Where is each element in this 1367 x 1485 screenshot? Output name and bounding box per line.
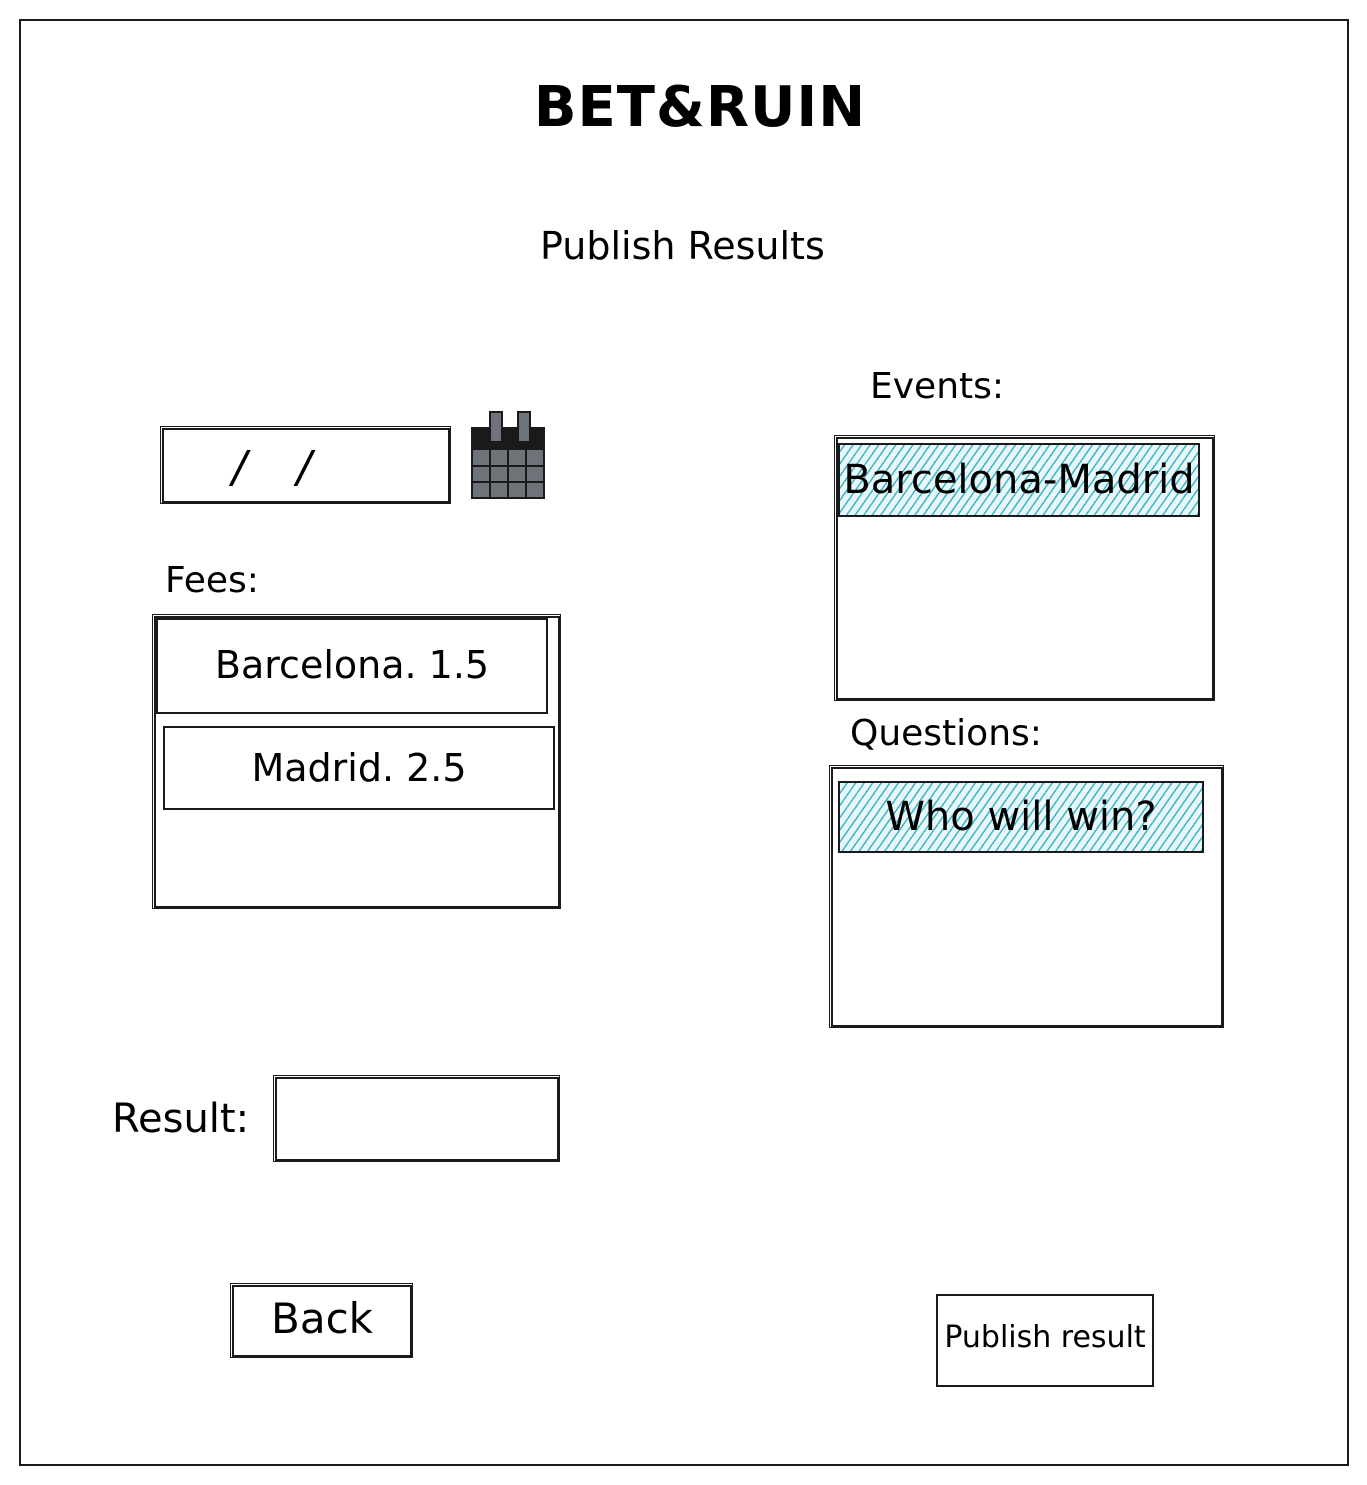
list-item-selected[interactable]: Barcelona-Madrid [838,443,1200,517]
page-title: Publish Results [540,224,825,268]
result-input[interactable] [273,1075,560,1162]
question-item-label: Who will win? [885,794,1157,840]
app-title: BET&RUIN [533,75,867,140]
events-list[interactable]: Barcelona-Madrid [834,435,1215,701]
date-input[interactable]: / / [160,426,451,504]
list-item[interactable]: Barcelona. 1.5 [156,618,548,714]
result-label: Result: [112,1096,250,1142]
calendar-icon[interactable] [470,410,546,500]
date-input-value: / / [232,442,330,493]
fee-item-label: Barcelona. 1.5 [214,643,490,687]
list-item-selected[interactable]: Who will win? [838,781,1204,853]
questions-list[interactable]: Who will win? [829,765,1224,1028]
fees-list[interactable]: Barcelona. 1.5 Madrid. 2.5 [152,614,561,909]
events-label: Events: [870,366,1005,407]
list-item[interactable]: Madrid. 2.5 [163,726,555,810]
back-button[interactable]: Back [230,1283,413,1358]
fees-label: Fees: [165,560,259,601]
publish-result-button[interactable]: Publish result [936,1294,1154,1387]
questions-label: Questions: [850,713,1042,754]
fee-item-label: Madrid. 2.5 [251,746,467,790]
event-item-label: Barcelona-Madrid [843,457,1195,503]
